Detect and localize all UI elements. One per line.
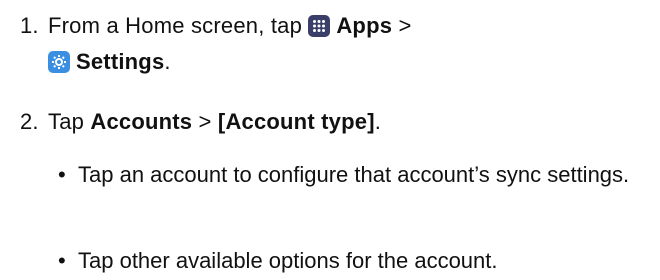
settings-label: Settings [76, 49, 165, 74]
step-2: 2. Tap Accounts > [Account type]. [20, 104, 381, 140]
bullet-text: Tap other available options for the acco… [78, 248, 498, 273]
step-number: 1. [20, 13, 39, 38]
settings-gear-icon [48, 51, 70, 73]
period: . [374, 109, 382, 134]
accounts-label: Accounts [90, 109, 193, 134]
step-text: From a Home screen, tap [48, 13, 303, 38]
apps-grid-icon [308, 15, 331, 37]
bullet-dot: • [58, 162, 66, 187]
step-1: 1. From a Home screen, tap Apps > Settin… [20, 8, 640, 80]
step-1-line-2: Settings. [20, 44, 640, 80]
step-number: 2. [20, 109, 39, 134]
separator: > [398, 13, 412, 38]
instructions-page: 1. From a Home screen, tap Apps > Settin… [0, 0, 660, 280]
bullet-item: • Tap other available options for the ac… [58, 246, 658, 276]
step-text: Tap [48, 109, 85, 134]
separator: > [198, 109, 212, 134]
account-type-label: [Account type] [217, 109, 375, 134]
period: . [164, 49, 171, 74]
bullet-text: Tap an account to configure that account… [78, 162, 630, 187]
apps-label: Apps [336, 13, 393, 38]
bullet-item: • Tap an account to configure that accou… [58, 160, 648, 190]
bullet-dot: • [58, 248, 66, 273]
